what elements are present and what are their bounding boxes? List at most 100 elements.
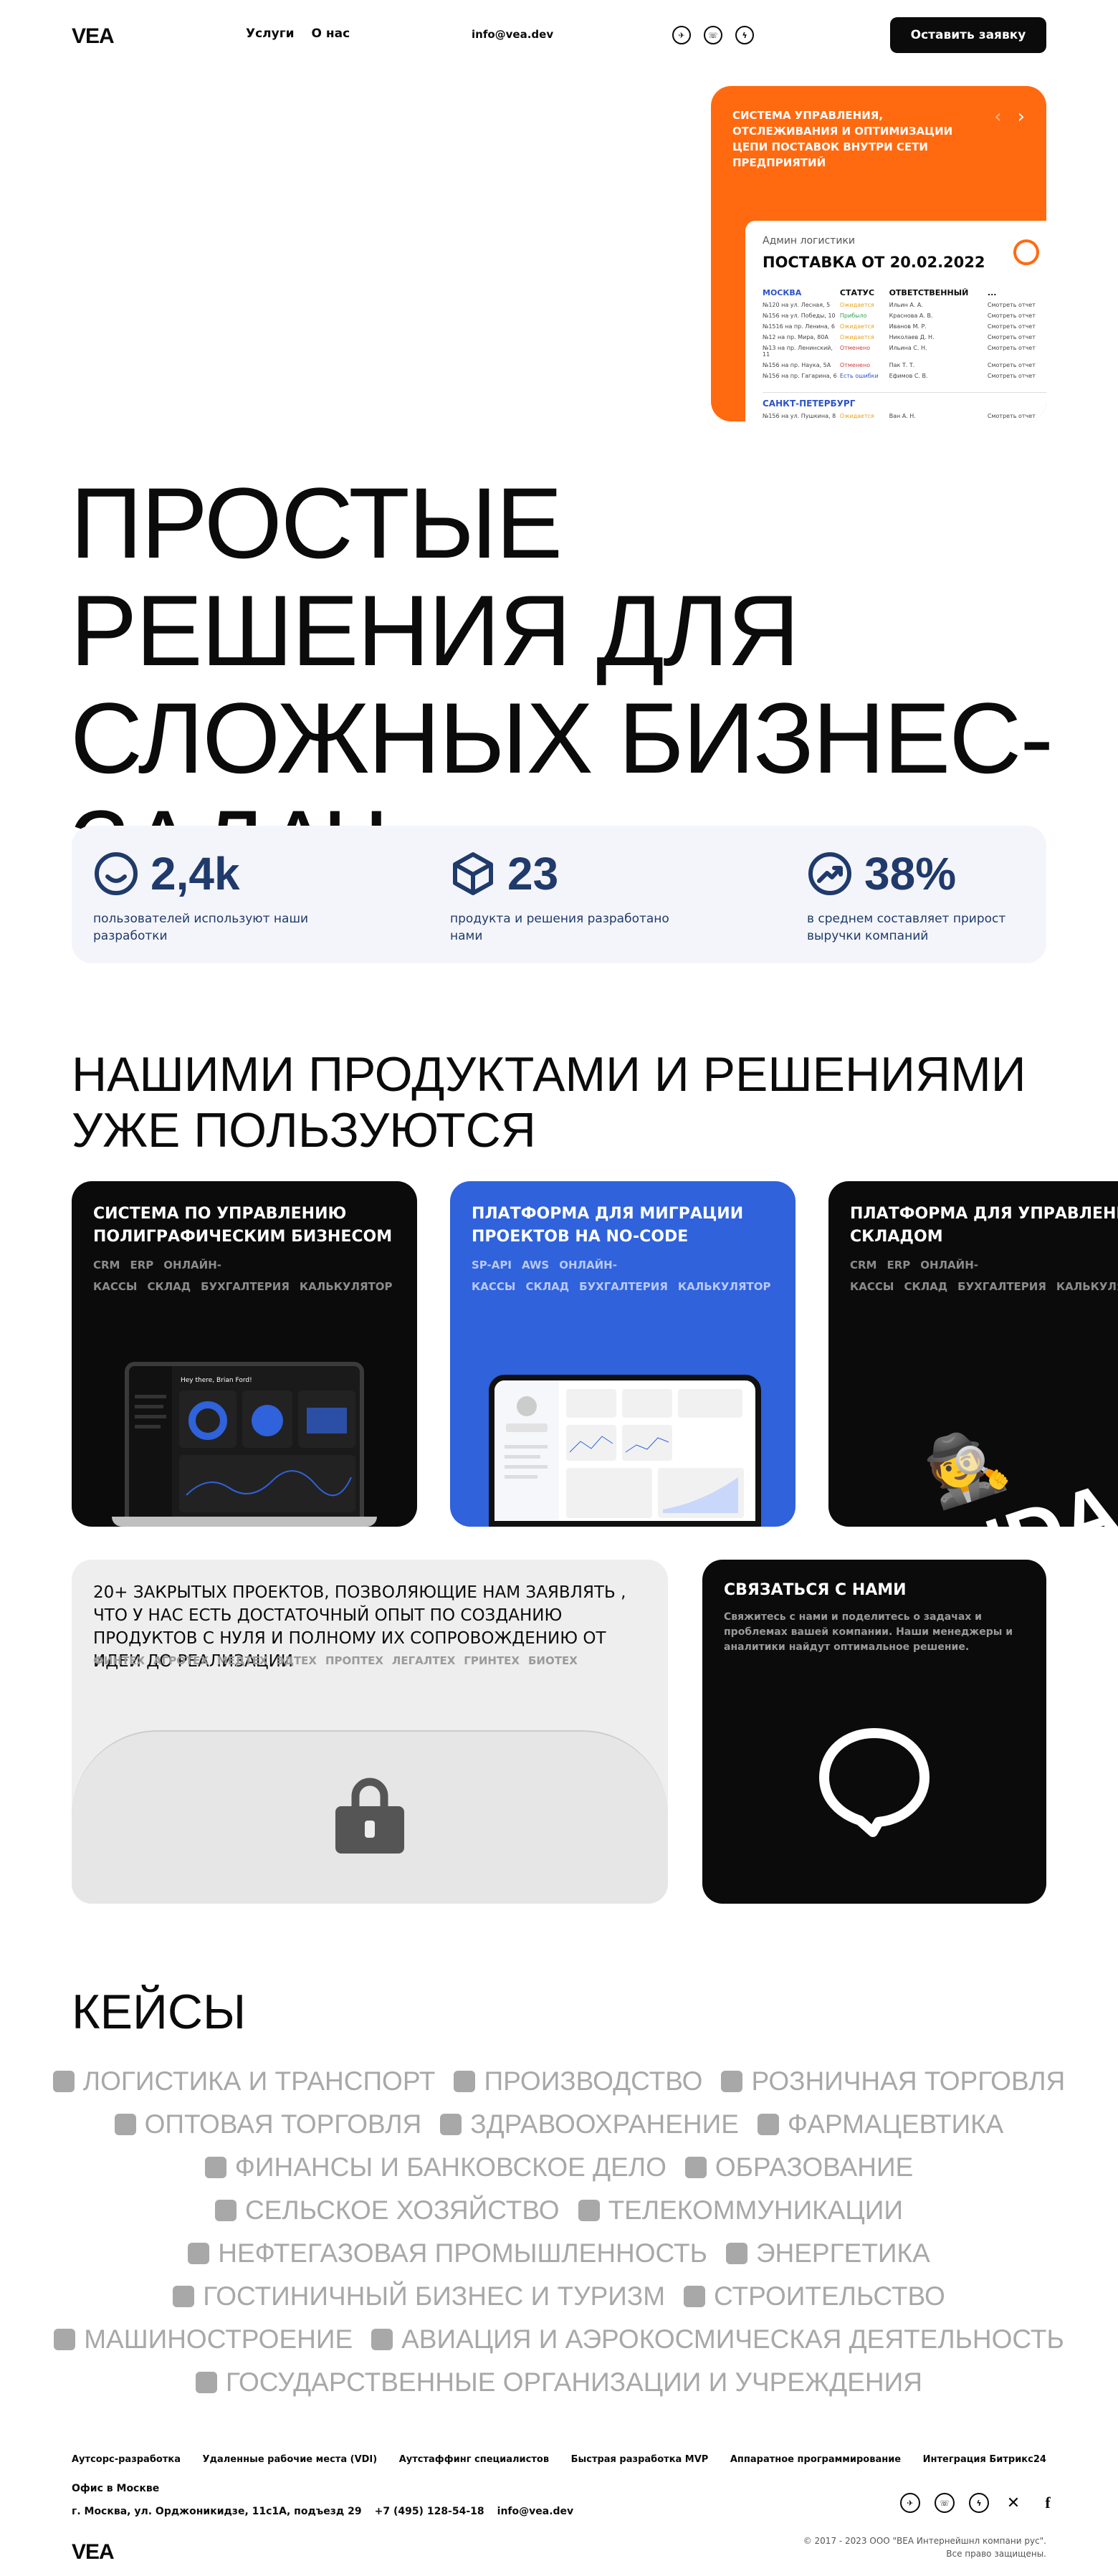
doc-cell[interactable]: Смотреть отчет [988,334,1046,340]
case-item[interactable]: Машиностроение [54,2324,353,2355]
doc-cell[interactable]: Смотреть отчет [988,323,1046,330]
office-phone[interactable]: +7 (495) 128-54-18 [375,2506,484,2517]
industry-tag: Медтех [217,1654,268,1667]
lightbulb-icon [725,2243,747,2264]
case-item[interactable]: Строительство [684,2281,945,2312]
footer-link-hardware[interactable]: Аппаратное программирование [730,2454,901,2465]
lock-icon [335,1778,404,1854]
case-item[interactable]: Государственные организации и учреждения [196,2367,922,2398]
submit-request-button[interactable]: Оставить заявку [890,17,1046,53]
stat-users: 2,4k пользователей используют наши разра… [93,847,322,945]
office-contacts: г. Москва, ул. Орджоникидзе, 11с1А, подъ… [72,2506,573,2517]
doc-cell[interactable]: Смотреть отчет [988,413,1046,419]
product-card-printing[interactable]: Система по управлению полиграфическим би… [72,1181,417,1527]
product-tag: Калькулятор [677,1280,771,1293]
messenger-icon[interactable]: ϟ [969,2493,989,2513]
cases-row: Финансы и банковское дело Образование [72,2146,1046,2189]
chevron-left-icon[interactable]: ‹ [994,106,1001,128]
laptop-mockup: Hey there, Brian Ford! [125,1362,364,1521]
industry-tag: Легалтех [391,1654,456,1667]
closed-projects-card: 20+ закрытых проектов, позволяющие нам з… [72,1560,668,1904]
contact-us-card[interactable]: Связаться с нами Свяжитесь с нами и поде… [702,1560,1046,1904]
nav-about[interactable]: О нас [312,27,350,41]
case-item[interactable]: Сельское хозяйство [215,2195,560,2226]
doc-cell: Николаев Д. Н. [889,334,935,340]
copyright: © 2017 - 2023 ООО "ВЕА Интернейшнл компа… [774,2534,1046,2560]
product-title: Система по управлению полиграфическим би… [93,1205,393,1246]
seedling-icon [215,2200,237,2221]
case-item[interactable]: Финансы и банковское дело [204,2152,666,2183]
footer-logo[interactable]: VEA [72,2540,115,2565]
case-label: Образование [715,2152,914,2182]
case-item[interactable]: Авиация и аэрокосмическая деятельность [371,2324,1064,2355]
stat-value: 38% [864,848,957,900]
cases-row: Государственные организации и учреждения [72,2361,1046,2404]
doc-cell: Ожидается [839,413,874,419]
cases-row: Сельское хозяйство Телекоммуникации [72,2189,1046,2232]
case-item[interactable]: Розничная торговля [721,2066,1065,2096]
slider-caption: Система управления, отслеживания и оптим… [732,109,953,169]
doc-cell: №156 на ул. Победы, 10 [763,313,836,319]
doc-cell[interactable]: Смотреть отчет [988,373,1046,379]
laptop-base [112,1517,377,1527]
footer-link-outstaffing[interactable]: Аутстаффинг специалистов [399,2454,549,2465]
doc-cell[interactable]: Смотреть отчет [988,345,1046,358]
case-item[interactable]: Образование [684,2152,914,2183]
case-item[interactable]: Энергетика [725,2238,930,2269]
slider-document-preview: Админ логистики ПОСТАВКА ОТ 20.02.2022 М… [745,221,1046,421]
case-label: Логистика и транспорт [82,2066,436,2096]
gear-icon [54,2329,76,2350]
doc-table-row: №156 на ул. Пушкина, 8 Ожидается Ван А. Н.… [763,413,1046,419]
industry-tag: Финтех [93,1654,145,1667]
whatsapp-icon[interactable]: ☏ [935,2493,955,2513]
case-item[interactable]: Здравоохранение [440,2109,739,2139]
doc-header-city: МОСКВА [763,288,802,297]
footer-link-bitrix[interactable]: Интеграция Битрикс24 [923,2454,1046,2465]
doc-cell: №12 на пр. Мира, 80А [763,334,828,340]
case-item[interactable]: Нефтегазовая промышленность [188,2238,707,2269]
footer-link-mvp[interactable]: Быстрая разработка MVP [571,2454,709,2465]
case-item[interactable]: Телекоммуникации [578,2195,903,2226]
footer-social: ✈ ☏ ϟ ✕ f [900,2493,1058,2513]
industry-tag: Агротех [153,1654,209,1667]
x-icon[interactable]: ✕ [1003,2493,1023,2513]
product-card-warehouse[interactable]: Платформа для управления складом CRM ERP О… [828,1181,1118,1527]
product-tag: ERP [887,1259,911,1272]
doc-cell[interactable]: Смотреть отчет [988,302,1046,308]
factory-icon [454,2071,476,2092]
logo[interactable]: VEA [72,24,115,49]
case-item[interactable]: Фармацевтика [757,2109,1003,2139]
doc-cell: Краснова А. В. [889,313,933,319]
case-item[interactable]: Гостиничный бизнес и туризм [173,2281,665,2312]
whatsapp-icon[interactable]: ☏ [704,26,722,44]
product-tag: Бухгалтерия [201,1280,290,1293]
tablet-mockup [489,1375,761,1527]
telegram-icon[interactable]: ✈ [672,26,691,44]
case-item[interactable]: Логистика и транспорт [52,2066,436,2096]
doc-cell[interactable]: Смотреть отчет [988,313,1046,319]
telegram-icon[interactable]: ✈ [900,2493,920,2513]
footer-link-vdi[interactable]: Удаленные рабочие места (VDI) [202,2454,377,2465]
doc-cell: Ожидается [839,334,874,340]
case-item[interactable]: Производство [454,2066,702,2096]
doc-cell: Ван А. Н. [889,413,916,419]
products-section-title: НАШИМИ ПРОДУКТАМИ И РЕШЕНИЯМИ УЖЕ ПОЛЬЗУ… [72,1047,1026,1158]
chevron-right-icon[interactable]: › [1018,106,1025,128]
crane-icon [684,2286,706,2307]
graduation-cap-icon [684,2157,707,2178]
laptop-greeting: Hey there, Brian Ford! [181,1377,252,1384]
header-email[interactable]: info@vea.dev [472,28,553,41]
facebook-icon[interactable]: f [1038,2493,1058,2513]
footer-link-outsourcing[interactable]: Аутсорс-разработка [72,2454,181,2465]
product-tag: Склад [525,1280,570,1293]
office-email[interactable]: info@vea.dev [497,2506,574,2517]
doc-cell[interactable]: Смотреть отчет [988,362,1046,368]
doc-cell: Отменено [839,345,871,351]
nav-services[interactable]: Услуги [246,27,295,41]
industry-tag: Гринтех [464,1654,520,1667]
case-label: Производство [484,2066,703,2096]
product-card-nocode[interactable]: Платформа для миграции проектов на no-co… [450,1181,796,1527]
case-item[interactable]: Оптовая торговля [114,2109,421,2139]
messenger-icon[interactable]: ϟ [735,26,754,44]
stat-text: продукта и решения разработано нами [450,912,669,943]
